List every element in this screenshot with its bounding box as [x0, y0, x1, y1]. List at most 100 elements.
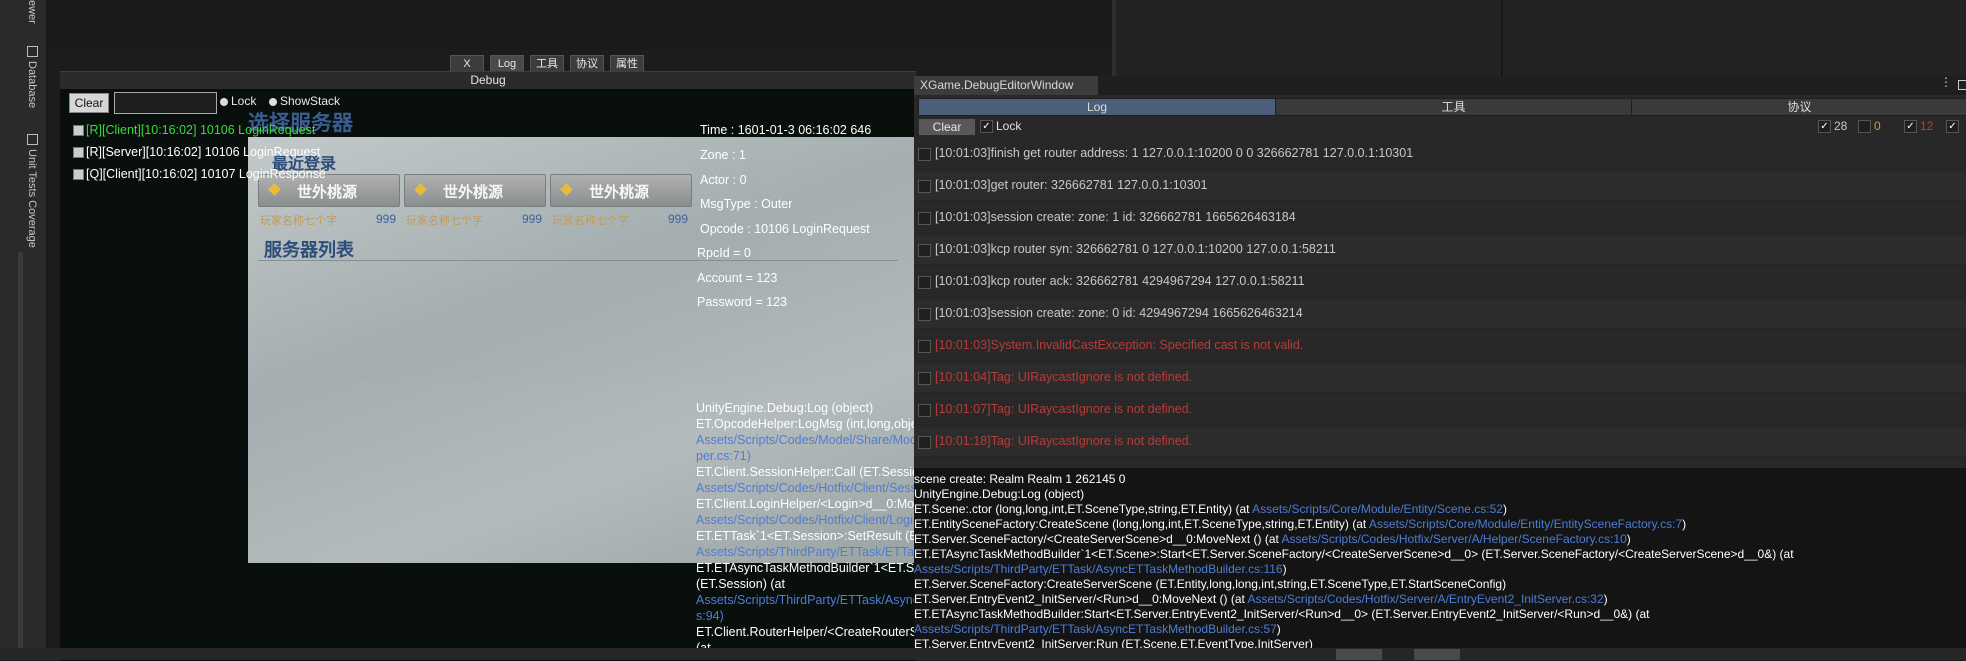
stack-link[interactable]: per.cs:71) — [696, 449, 751, 463]
editor-window-tab[interactable]: XGame.DebugEditorWindow — [914, 76, 1099, 95]
check-icon[interactable]: ✓ — [980, 120, 993, 134]
showstack-checkbox[interactable] — [269, 97, 277, 106]
detail-time: Time : 1601-01-3 06:16:02 646 — [700, 123, 872, 137]
log-checkbox[interactable] — [918, 244, 931, 257]
source-link[interactable]: Assets/Scripts/Core/Module/Entity/Entity… — [1369, 517, 1682, 531]
diamond-icon — [268, 183, 281, 196]
stack-link[interactable]: Assets/Scripts/Codes/Hotfix/Client/Sessi… — [696, 481, 916, 495]
editor-clear-button[interactable]: Clear — [918, 118, 976, 136]
strip-scrollbar[interactable] — [18, 252, 23, 660]
tab-viewer[interactable]: ewer — [26, 0, 38, 24]
log-row[interactable]: [10:01:03]session create: zone: 1 id: 32… — [914, 204, 1966, 233]
tab-database-label: Database — [26, 61, 38, 109]
log-text: [10:01:03]finish get router address: 1 1… — [935, 146, 1414, 160]
info-count: 28 — [1834, 119, 1848, 133]
log-row[interactable]: [10:01:18]Tag: UIRaycastIgnore is not de… — [914, 428, 1966, 457]
detail-stack-line: ET.Server.EntryEvent2_InitServer/<Run>d_… — [914, 592, 1608, 606]
message-row[interactable]: [Q][Client][10:16:02] 10107 LoginRespons… — [73, 167, 326, 181]
bottom-toolbar — [0, 648, 1966, 660]
server-card[interactable]: 世外桃源 — [550, 174, 692, 207]
debug-window-title: Debug — [60, 72, 916, 89]
bottom-toolbar-button[interactable] — [1414, 649, 1460, 660]
error-filter-toggle[interactable]: ✓ 12 — [1904, 119, 1933, 134]
log-row[interactable]: [10:01:03]finish get router address: 1 1… — [914, 140, 1966, 169]
log-checkbox[interactable] — [918, 148, 931, 161]
log-checkbox[interactable] — [918, 436, 931, 449]
editor-tab-protocol[interactable]: 协议 — [1631, 98, 1966, 116]
log-checkbox[interactable] — [918, 180, 931, 193]
message-row[interactable]: [R][Client][10:16:02] 10106 LoginRequest — [73, 123, 315, 137]
filter-input[interactable] — [114, 92, 217, 114]
source-link[interactable]: Assets/Scripts/ThirdParty/ETTask/AsyncET… — [914, 562, 1283, 576]
server-player-count: 999 — [376, 212, 397, 226]
source-link[interactable]: Assets/Scripts/Codes/Hotfix/Server/A/Ent… — [1248, 592, 1604, 606]
log-row[interactable]: [10:01:07]Tag: UIRaycastIgnore is not de… — [914, 396, 1966, 425]
log-checkbox[interactable] — [918, 308, 931, 321]
stack-link[interactable]: Assets/Scripts/Codes/Hotfix/Client/Login — [696, 513, 916, 527]
check-icon[interactable]: ✓ — [1904, 120, 1917, 134]
detail-stack-line: ET.Server.SceneFactory/<CreateServerScen… — [914, 532, 1631, 546]
debug-editor-window: XGame.DebugEditorWindow ⋮ Log 工具 协议 Clea… — [914, 75, 1966, 660]
unchecked-box[interactable] — [1858, 120, 1871, 134]
message-checkbox[interactable] — [73, 147, 84, 159]
stack-text: ET.EntitySceneFactory:CreateScene (long,… — [914, 517, 1369, 531]
server-player-name: 玩家名称七个字 — [406, 214, 483, 227]
tab-unit-tests-coverage[interactable]: Unit Tests Coverage — [26, 134, 38, 248]
log-checkbox[interactable] — [918, 212, 931, 225]
log-row[interactable]: [10:01:03]get router: 326662781 127.0.0.… — [914, 172, 1966, 201]
log-row[interactable]: [10:01:03]System.InvalidCastException: S… — [914, 332, 1966, 361]
log-row[interactable]: [10:01:03]kcp router ack: 326662781 4294… — [914, 268, 1966, 297]
editor-lock-toggle[interactable]: ✓ Lock — [980, 119, 1021, 134]
extra-filter-toggle[interactable]: ✓ — [1946, 119, 1962, 134]
stack-line: (ET.Session) (at — [696, 577, 785, 591]
detail-stack-line: ET.ETAsyncTaskMethodBuilder:Start<ET.Ser… — [914, 607, 1649, 621]
detail-stack-line: ET.Server.SceneFactory:CreateServerScene… — [914, 577, 1506, 591]
stack-text: ET.Server.SceneFactory/<CreateServerScen… — [914, 532, 1282, 546]
server-player-name: 玩家名称七个字 — [552, 214, 629, 227]
source-link[interactable]: Assets/Scripts/ThirdParty/ETTask/AsyncET… — [914, 622, 1277, 636]
log-row[interactable]: [10:01:03]session create: zone: 0 id: 42… — [914, 300, 1966, 329]
message-row[interactable]: [R][Server][10:16:02] 10106 LoginRequest — [73, 145, 320, 159]
clear-button[interactable]: Clear — [69, 93, 109, 113]
info-filter-toggle[interactable]: ✓ 28 — [1818, 119, 1848, 134]
log-checkbox[interactable] — [918, 404, 931, 417]
lock-checkbox[interactable] — [220, 97, 228, 106]
message-text: [R][Client][10:16:02] 10106 LoginRequest — [86, 123, 316, 137]
warn-filter-toggle[interactable]: 0 — [1858, 119, 1881, 134]
log-row[interactable]: [10:01:03]kcp router syn: 326662781 0 12… — [914, 236, 1966, 265]
log-checkbox[interactable] — [918, 276, 931, 289]
server-card[interactable]: 世外桃源 — [404, 174, 546, 207]
log-text: [10:01:07]Tag: UIRaycastIgnore is not de… — [935, 402, 1193, 416]
stack-link[interactable]: s:94) — [696, 609, 724, 623]
log-text: [10:01:04]Tag: UIRaycastIgnore is not de… — [935, 370, 1193, 384]
more-options-icon[interactable]: ⋮ — [1940, 75, 1952, 89]
server-name: 世外桃源 — [589, 183, 650, 201]
source-link[interactable]: Assets/Scripts/Codes/Hotfix/Server/A/Hel… — [1282, 532, 1627, 546]
bottom-toolbar-button[interactable] — [1336, 649, 1382, 660]
editor-tab-log[interactable]: Log — [918, 98, 1276, 116]
stack-link[interactable]: Assets/Scripts/Codes/Model/Share/Module/… — [696, 433, 916, 447]
check-icon[interactable]: ✓ — [1946, 120, 1959, 134]
editor-tab-tools[interactable]: 工具 — [1275, 98, 1632, 116]
message-checkbox[interactable] — [73, 169, 84, 181]
stack-link[interactable]: Assets/Scripts/ThirdParty/ETTask/AsyncET… — [696, 593, 916, 607]
lock-toggle[interactable]: Lock — [220, 94, 256, 108]
stack-link[interactable]: Assets/Scripts/ThirdParty/ETTask/ETTask — [696, 545, 916, 559]
log-checkbox[interactable] — [918, 340, 931, 353]
message-text: [Q][Client][10:16:02] 10107 LoginRespons… — [86, 167, 326, 181]
check-icon[interactable]: ✓ — [1818, 120, 1831, 134]
stack-text: ET.Scene:.ctor (long,long,int,ET.SceneTy… — [914, 502, 1253, 516]
detail-account: Account = 123 — [697, 271, 778, 285]
source-link[interactable]: Assets/Scripts/Core/Module/Entity/Scene.… — [1252, 502, 1503, 516]
message-checkbox[interactable] — [73, 125, 84, 137]
showstack-toggle[interactable]: ShowStack — [269, 94, 340, 108]
maximize-icon[interactable] — [1958, 80, 1966, 90]
log-row[interactable]: [10:01:04]Tag: UIRaycastIgnore is not de… — [914, 364, 1966, 393]
stack-text: UnityEngine.Debug:Log (object) — [914, 487, 1085, 501]
tab-coverage-label: Unit Tests Coverage — [26, 149, 38, 248]
tab-database[interactable]: Database — [26, 46, 38, 108]
scene-view-top — [46, 0, 1116, 50]
server-name: 世外桃源 — [297, 183, 358, 201]
log-checkbox[interactable] — [918, 372, 931, 385]
stack-text: scene create: Realm Realm 1 262145 0 — [914, 472, 1126, 486]
